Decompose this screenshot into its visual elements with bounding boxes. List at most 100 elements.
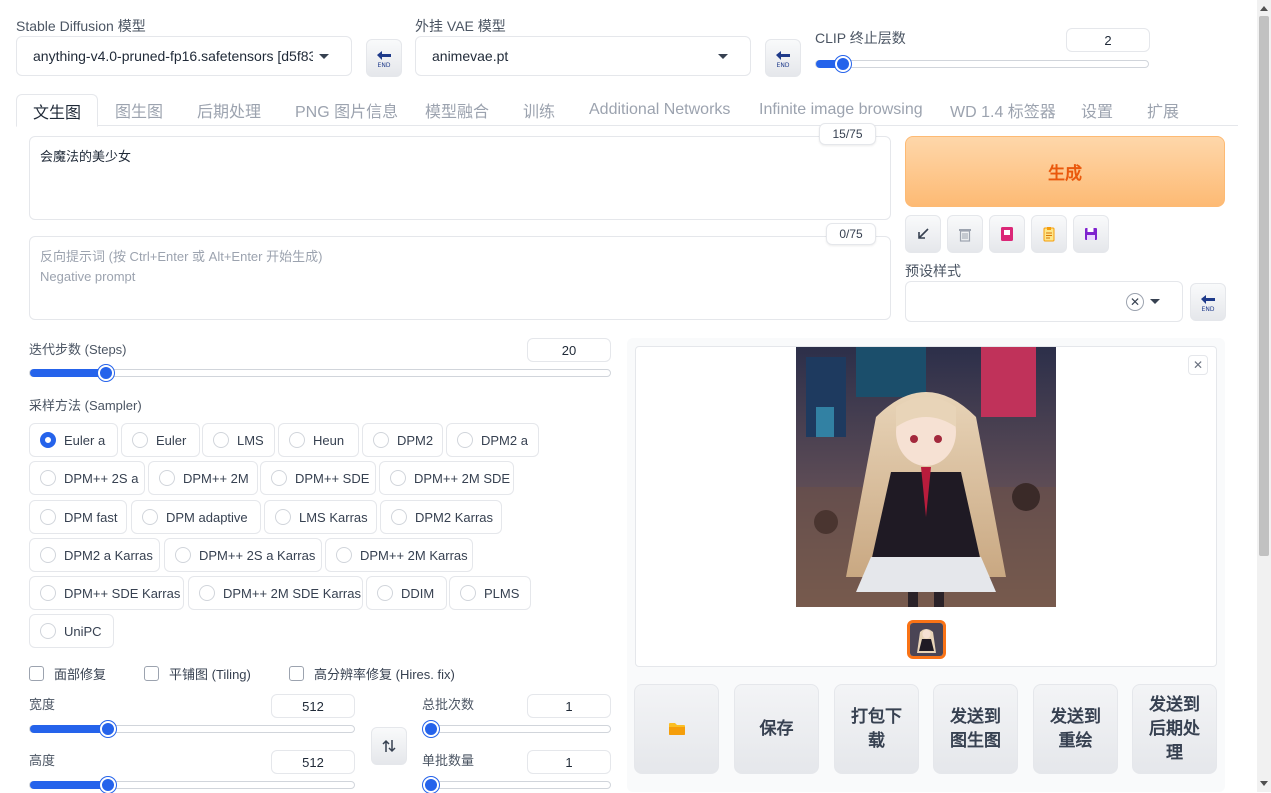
apply-style-button[interactable] <box>1031 215 1067 253</box>
slider-thumb[interactable] <box>100 777 116 793</box>
negative-prompt-textarea[interactable]: 反向提示词 (按 Ctrl+Enter 或 Alt+Enter 开始生成) Ne… <box>29 236 891 320</box>
send-to-inpaint-button[interactable]: 发送到重绘 <box>1033 684 1118 774</box>
sampler-option-label: UniPC <box>64 623 102 639</box>
tab-extras[interactable]: 后期处理 <box>197 94 261 126</box>
radio-dot <box>373 432 389 448</box>
sampler-option[interactable]: DPM++ SDE Karras <box>29 576 184 610</box>
refresh-vae-button[interactable]: END <box>765 39 801 77</box>
batch-size-slider[interactable] <box>422 777 611 793</box>
restore-faces-checkbox[interactable]: 面部修复 <box>29 664 106 683</box>
generate-button[interactable]: 生成 <box>905 136 1225 207</box>
send-to-img2img-button[interactable]: 发送到图生图 <box>933 684 1018 774</box>
steps-number-input[interactable]: 20 <box>527 338 611 362</box>
page-scrollbar[interactable] <box>1257 0 1271 792</box>
sampler-option[interactable]: DDIM <box>366 576 447 610</box>
sampler-option-label: PLMS <box>484 585 520 601</box>
sampler-option[interactable]: DPM2 a <box>446 423 539 457</box>
close-icon[interactable]: ✕ <box>1188 355 1208 375</box>
open-folder-button[interactable] <box>634 684 719 774</box>
sampler-option[interactable]: DPM++ SDE <box>260 461 376 495</box>
refresh-styles-button[interactable]: END <box>1190 283 1226 321</box>
chevron-down-icon <box>718 54 728 59</box>
sampler-option[interactable]: DPM++ 2M <box>148 461 258 495</box>
clip-slider[interactable] <box>815 56 1149 72</box>
refresh-model-button[interactable]: END <box>366 39 402 77</box>
clear-icon[interactable]: ✕ <box>1126 293 1144 311</box>
styles-label: 预设样式 <box>905 263 961 279</box>
batch-count-input[interactable]: 1 <box>527 694 611 718</box>
batch-size-input[interactable]: 1 <box>527 750 611 774</box>
scroll-down-icon[interactable] <box>1260 781 1268 786</box>
slider-thumb[interactable] <box>423 777 439 793</box>
tab-img2img[interactable]: 图生图 <box>115 94 163 126</box>
height-number-input[interactable]: 512 <box>271 750 355 774</box>
sampler-option[interactable]: Euler a <box>29 423 118 457</box>
height-slider[interactable] <box>29 777 355 793</box>
tab-wd-tagger[interactable]: WD 1.4 标签器 <box>950 94 1056 126</box>
clear-prompt-button[interactable] <box>947 215 983 253</box>
sampler-option[interactable]: DPM++ 2M Karras <box>325 538 473 572</box>
slider-thumb[interactable] <box>835 56 851 72</box>
save-button[interactable]: 保存 <box>734 684 819 774</box>
prompt-textarea[interactable]: 会魔法的美少女 <box>29 136 891 220</box>
sampler-option[interactable]: DPM fast <box>29 500 127 534</box>
swap-dimensions-button[interactable] <box>371 727 407 765</box>
sampler-option[interactable]: UniPC <box>29 614 114 648</box>
tab-extensions[interactable]: 扩展 <box>1147 94 1179 126</box>
floppy-disk-icon <box>1085 228 1097 240</box>
sampler-option[interactable]: DPM++ 2M SDE Karras <box>188 576 363 610</box>
styles-select[interactable]: ✕ <box>905 281 1183 322</box>
radio-dot <box>132 432 148 448</box>
sampler-option[interactable]: DPM++ 2S a <box>29 461 145 495</box>
clip-number-input[interactable]: 2 <box>1066 28 1150 52</box>
tiling-checkbox[interactable]: 平铺图 (Tiling) <box>144 664 251 683</box>
slider-fill <box>30 369 106 377</box>
sampler-option[interactable]: DPM adaptive <box>131 500 261 534</box>
slider-thumb[interactable] <box>98 365 114 381</box>
sampler-option-label: Heun <box>313 432 345 448</box>
tab-merge[interactable]: 模型融合 <box>425 94 489 126</box>
prompt-text: 会魔法的美少女 <box>40 149 132 164</box>
tab-train[interactable]: 训练 <box>523 94 555 126</box>
zip-download-button[interactable]: 打包下载 <box>834 684 919 774</box>
width-number-input[interactable]: 512 <box>271 694 355 718</box>
save-style-button[interactable] <box>1073 215 1109 253</box>
steps-label: 迭代步数 (Steps) <box>29 342 127 357</box>
width-slider[interactable] <box>29 721 355 737</box>
tab-txt2img[interactable]: 文生图 <box>16 94 99 127</box>
slider-thumb[interactable] <box>423 721 439 737</box>
sampler-option[interactable]: Euler <box>121 423 200 457</box>
generated-image[interactable] <box>796 347 1056 607</box>
sampler-option[interactable]: Heun <box>278 423 359 457</box>
main-tabs: 文生图 图生图 后期处理 PNG 图片信息 模型融合 训练 Additional… <box>16 94 1238 127</box>
tab-additional-networks[interactable]: Additional Networks <box>589 94 730 126</box>
sampler-option[interactable]: DPM++ 2S a Karras <box>164 538 322 572</box>
send-to-extras-button[interactable]: 发送到后期处理 <box>1132 684 1217 774</box>
extra-networks-button[interactable] <box>989 215 1025 253</box>
scroll-up-icon[interactable] <box>1260 6 1268 11</box>
sampler-option[interactable]: DPM++ 2M SDE <box>379 461 514 495</box>
batch-count-slider[interactable] <box>422 721 611 737</box>
slider-thumb[interactable] <box>100 721 116 737</box>
checkbox-box <box>29 666 44 681</box>
model-select[interactable]: anything-v4.0-pruned-fp16.safetensors [d… <box>16 36 352 76</box>
read-params-button[interactable] <box>905 215 941 253</box>
tab-infinite-browsing[interactable]: Infinite image browsing <box>759 94 923 126</box>
gallery-thumbnail[interactable] <box>907 620 946 659</box>
tab-png-info[interactable]: PNG 图片信息 <box>295 94 398 126</box>
sampler-option[interactable]: DPM2 a Karras <box>29 538 160 572</box>
radio-dot <box>289 432 305 448</box>
scrollbar-thumb[interactable] <box>1259 16 1269 556</box>
sampler-option[interactable]: LMS <box>202 423 275 457</box>
sampler-option[interactable]: DPM2 Karras <box>380 500 502 534</box>
steps-slider[interactable] <box>29 365 611 381</box>
sampler-option-label: DPM2 <box>397 432 434 448</box>
sampler-option[interactable]: DPM2 <box>362 423 443 457</box>
clipboard-icon <box>1043 227 1055 242</box>
sampler-option[interactable]: PLMS <box>449 576 531 610</box>
vae-select[interactable]: animevae.pt <box>415 36 751 76</box>
hires-fix-checkbox[interactable]: 高分辨率修复 (Hires. fix) <box>289 664 455 683</box>
radio-dot <box>175 547 191 563</box>
sampler-option[interactable]: LMS Karras <box>264 500 377 534</box>
tab-settings[interactable]: 设置 <box>1081 94 1113 126</box>
